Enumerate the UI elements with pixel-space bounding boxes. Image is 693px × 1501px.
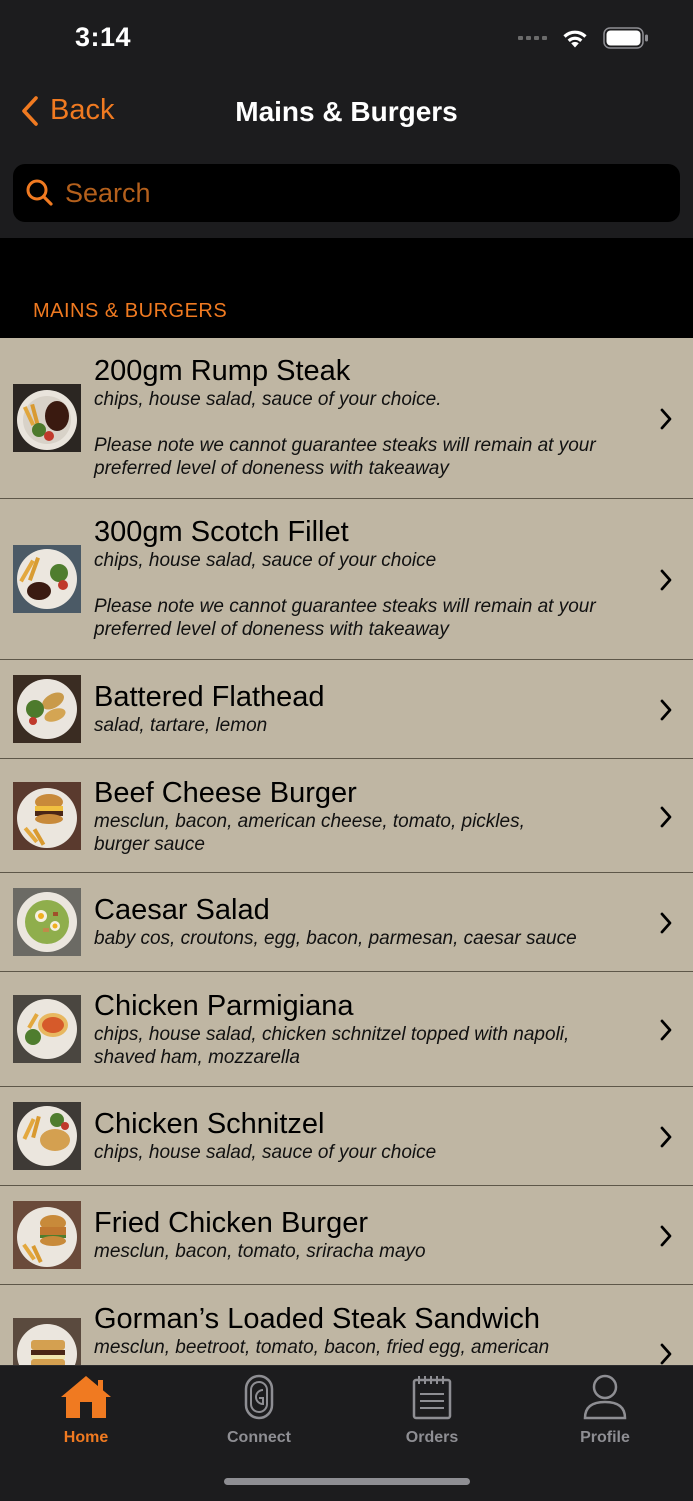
- item-description: mesclun, bacon, american cheese, tomato,…: [94, 811, 525, 855]
- tab-profile[interactable]: Profile: [535, 1372, 675, 1447]
- food-image: [13, 1102, 81, 1170]
- food-image: [13, 1318, 81, 1365]
- status-bar: 3:14: [0, 0, 693, 80]
- food-image: [13, 995, 81, 1063]
- chevron-right-icon: [660, 569, 672, 591]
- item-description: salad, tartare, lemon: [94, 715, 268, 736]
- menu-item[interactable]: Chicken Schnitzel chips, house salad, sa…: [0, 1087, 693, 1186]
- menu-item[interactable]: Battered Flathead salad, tartare, lemon: [0, 660, 693, 759]
- search-bar[interactable]: [13, 164, 680, 222]
- item-description: chips, house salad, sauce of your choice…: [94, 550, 596, 640]
- search-icon: [26, 179, 53, 206]
- item-description: chips, house salad, sauce of your choice: [94, 1142, 437, 1163]
- item-description: chips, house salad, sauce of your choice…: [94, 389, 596, 479]
- search-input[interactable]: [65, 177, 625, 209]
- chevron-right-icon: [660, 1343, 672, 1365]
- chevron-right-icon: [660, 1225, 672, 1247]
- chevron-right-icon: [660, 699, 672, 721]
- tab-label: Profile: [580, 1429, 630, 1446]
- item-name: Caesar Salad: [94, 894, 270, 926]
- item-description: baby cos, croutons, egg, bacon, parmesan…: [94, 928, 577, 949]
- house-icon: [61, 1376, 111, 1418]
- chevron-right-icon: [660, 912, 672, 934]
- tab-home[interactable]: Home: [16, 1372, 156, 1447]
- navigation-bar: Back Mains & Burgers: [0, 80, 693, 150]
- connect-icon: [244, 1374, 274, 1420]
- item-description: chips, house salad, chicken schnitzel to…: [94, 1024, 570, 1068]
- person-icon: [583, 1374, 627, 1420]
- chevron-right-icon: [660, 1019, 672, 1041]
- food-image: [13, 1201, 81, 1269]
- wifi-icon: [563, 30, 587, 47]
- chevron-right-icon: [660, 408, 672, 430]
- menu-list[interactable]: 200gm Rump Steak chips, house salad, sau…: [0, 338, 693, 1365]
- status-time: 3:14: [75, 22, 132, 52]
- item-description: mesclun, beetroot, tomato, bacon, fried …: [94, 1337, 550, 1358]
- item-name: Chicken Parmigiana: [94, 990, 354, 1022]
- tab-label: Orders: [405, 1429, 459, 1446]
- item-name: Gorman’s Loaded Steak Sandwich: [94, 1303, 541, 1335]
- food-image: [13, 384, 81, 452]
- item-description: mesclun, bacon, tomato, sriracha mayo: [94, 1241, 426, 1262]
- tab-label: Home: [63, 1429, 109, 1446]
- menu-item[interactable]: Caesar Salad baby cos, croutons, egg, ba…: [0, 873, 693, 972]
- page-title: Mains & Burgers: [235, 96, 458, 127]
- item-name: Beef Cheese Burger: [94, 777, 357, 809]
- tab-connect[interactable]: Connect: [189, 1372, 329, 1447]
- battery-icon: [603, 27, 648, 49]
- tab-label: Connect: [227, 1429, 291, 1446]
- tab-orders[interactable]: Orders: [362, 1372, 502, 1447]
- food-image: [13, 675, 81, 743]
- food-image: [13, 545, 81, 613]
- item-name: 300gm Scotch Fillet: [94, 516, 349, 548]
- cellular-signal-icon: [518, 36, 547, 40]
- menu-item[interactable]: Chicken Parmigiana chips, house salad, c…: [0, 972, 693, 1087]
- item-name: Battered Flathead: [94, 681, 325, 713]
- menu-item[interactable]: 200gm Rump Steak chips, house salad, sau…: [0, 338, 693, 499]
- section-header: MAINS & BURGERS: [33, 300, 228, 322]
- menu-item[interactable]: 300gm Scotch Fillet chips, house salad, …: [0, 499, 693, 660]
- food-image: [13, 782, 81, 850]
- food-image: [13, 888, 81, 956]
- menu-item[interactable]: Beef Cheese Burger mesclun, bacon, ameri…: [0, 759, 693, 873]
- menu-item[interactable]: Gorman’s Loaded Steak Sandwich mesclun, …: [0, 1285, 693, 1365]
- item-name: Fried Chicken Burger: [94, 1207, 368, 1239]
- item-name: Chicken Schnitzel: [94, 1108, 325, 1140]
- chevron-right-icon: [660, 806, 672, 828]
- section-header-area: MAINS & BURGERS: [0, 238, 693, 338]
- orders-icon: [412, 1376, 452, 1420]
- item-name: 200gm Rump Steak: [94, 355, 351, 387]
- home-indicator: [224, 1478, 470, 1485]
- status-icons: [518, 27, 649, 49]
- chevron-right-icon: [660, 1126, 672, 1148]
- menu-item[interactable]: Fried Chicken Burger mesclun, bacon, tom…: [0, 1186, 693, 1285]
